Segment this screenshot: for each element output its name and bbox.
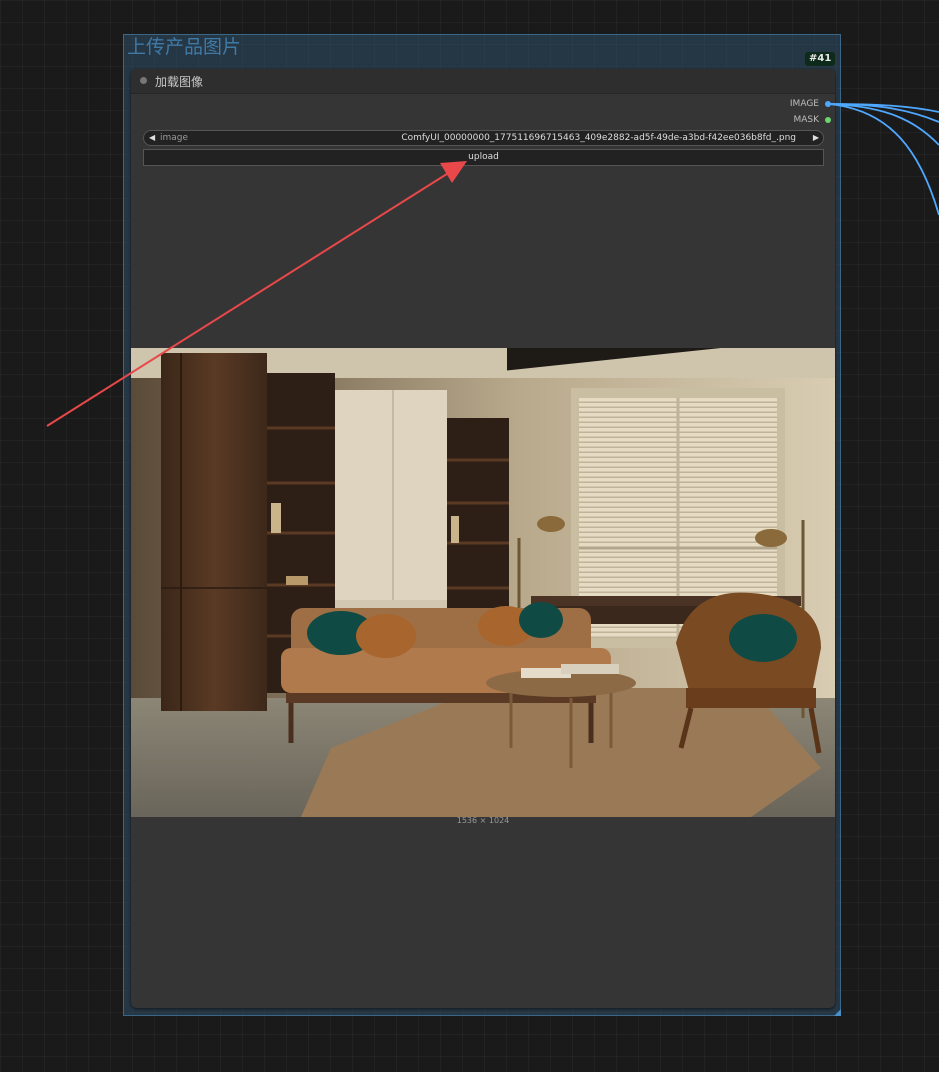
upload-button[interactable]: upload — [143, 149, 824, 166]
node-title: 加载图像 — [155, 75, 204, 89]
group-resize-handle[interactable] — [834, 1009, 841, 1016]
output-image-label: IMAGE — [789, 99, 819, 109]
image-combo-widget[interactable]: ◀ image ComfyUI_00000000_177511696715463… — [143, 130, 824, 146]
collapse-dot-icon[interactable] — [140, 77, 147, 84]
node-id-badge: #41 — [805, 52, 836, 66]
output-image-slot[interactable] — [825, 101, 831, 107]
living-room-image — [131, 348, 835, 817]
arrow-left-icon[interactable]: ◀ — [149, 131, 155, 145]
output-mask-slot[interactable] — [825, 117, 831, 123]
image-preview — [131, 348, 835, 817]
load-image-node[interactable]: 加载图像 IMAGE MASK ◀ image ComfyUI_00000000… — [131, 69, 835, 1008]
link-wires[interactable] — [828, 103, 939, 216]
arrow-right-icon[interactable]: ▶ — [813, 131, 819, 145]
output-mask-label: MASK — [793, 115, 819, 125]
node-header[interactable]: 加载图像 — [131, 69, 835, 94]
image-widget-value[interactable]: ComfyUI_00000000_177511696715463_409e288… — [401, 131, 796, 145]
image-widget-label: image — [160, 133, 189, 143]
preview-dimensions: 1536 × 1024 — [456, 816, 510, 825]
group-title[interactable]: 上传产品图片 — [127, 35, 241, 59]
